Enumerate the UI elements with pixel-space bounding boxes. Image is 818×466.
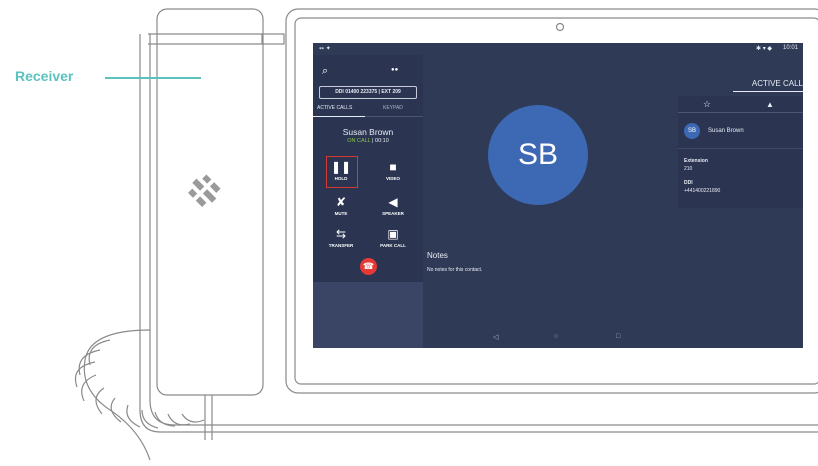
car-icon: ▣ — [387, 227, 399, 241]
speaker-label: SPEAKER — [382, 211, 404, 216]
tab-divider — [365, 116, 423, 117]
speaker-icon: ◀ — [388, 195, 398, 209]
mic-off-icon: ✘ — [335, 195, 347, 209]
transfer-arrows-icon: ⇆ — [335, 227, 347, 241]
ddi-value: +441400221890 — [684, 188, 721, 194]
contact-avatar-large: SB — [488, 105, 588, 205]
extension-label: Extension — [684, 158, 708, 164]
phone-screen: ↭ ✦ ✱ ▾ ◆ 10:01 ⌕ ●● DDI 01400 223375 | … — [313, 43, 803, 348]
ddi-label: DDI — [684, 180, 693, 186]
panel-divider — [678, 148, 803, 149]
recent-apps-icon[interactable]: □ — [616, 333, 620, 340]
receiver-annotation-line — [105, 77, 201, 79]
extension-value: 210 — [684, 166, 693, 172]
left-panel-footer — [313, 282, 423, 348]
hold-button[interactable]: ❚❚ HOLD — [321, 160, 361, 181]
call-status-line: ON CALL | 00:10 — [313, 138, 423, 144]
status-right-icons: ✱ ▾ ◆ — [756, 46, 772, 52]
receiver-handset — [156, 8, 264, 396]
speaker-button[interactable]: ◀ SPEAKER — [373, 195, 413, 216]
left-panel: ⌕ ●● DDI 01400 223375 | EXT 209 ACTIVE C… — [313, 55, 423, 348]
transfer-button[interactable]: ⇆ TRANSFER — [321, 227, 361, 248]
ddi-extension-field: DDI 01400 223375 | EXT 209 — [319, 86, 417, 99]
call-status: ON CALL — [347, 138, 371, 144]
mute-label: MUTE — [334, 211, 348, 216]
call-timer: 00:10 — [375, 138, 389, 144]
contact-detail-panel: ☆ ▲ SB Susan Brown Extension 210 DDI +44… — [678, 96, 803, 208]
tab-active-call[interactable]: ACTIVE CALL — [733, 79, 803, 88]
brand-logo — [188, 174, 221, 207]
receiver-annotation-label: Receiver — [15, 68, 74, 84]
back-nav-icon[interactable]: ◁ — [493, 333, 498, 341]
contacts-icon[interactable]: ●● — [391, 67, 398, 73]
status-left-icons: ↭ ✦ — [319, 46, 331, 52]
hold-label: HOLD — [334, 176, 348, 181]
park-call-label: PARK CALL — [380, 243, 406, 248]
active-tab-indicator — [313, 116, 365, 117]
tab-keypad[interactable]: KEYPAD — [383, 105, 403, 111]
park-call-button[interactable]: ▣ PARK CALL — [373, 227, 413, 248]
contact-name: Susan Brown — [708, 128, 744, 134]
star-icon[interactable]: ☆ — [703, 99, 711, 110]
search-icon[interactable]: ⌕ — [322, 65, 328, 78]
panel-divider — [678, 112, 803, 113]
notes-text: No notes for this contact. — [427, 267, 483, 273]
video-camera-icon: ■ — [389, 160, 397, 174]
hang-up-icon: ☎ — [362, 261, 375, 271]
end-call-button[interactable]: ☎ — [360, 258, 377, 275]
pause-icon: ❚❚ — [330, 160, 352, 174]
mute-button[interactable]: ✘ MUTE — [321, 195, 361, 216]
status-time: 10:01 — [783, 45, 799, 51]
tab-active-calls[interactable]: ACTIVE CALLS — [317, 105, 352, 111]
video-label: VIDEO — [385, 176, 400, 181]
caller-name: Susan Brown — [342, 127, 394, 137]
notes-title: Notes — [427, 251, 448, 260]
video-button[interactable]: ■ VIDEO — [373, 160, 413, 181]
person-icon[interactable]: ▲ — [766, 100, 774, 109]
home-nav-icon[interactable]: ○ — [554, 333, 558, 340]
status-bar: ↭ ✦ ✱ ▾ ◆ 10:01 — [313, 43, 803, 55]
transfer-label: TRANSFER — [328, 243, 354, 248]
contact-avatar-small: SB — [684, 123, 700, 139]
active-call-underline — [733, 91, 803, 92]
